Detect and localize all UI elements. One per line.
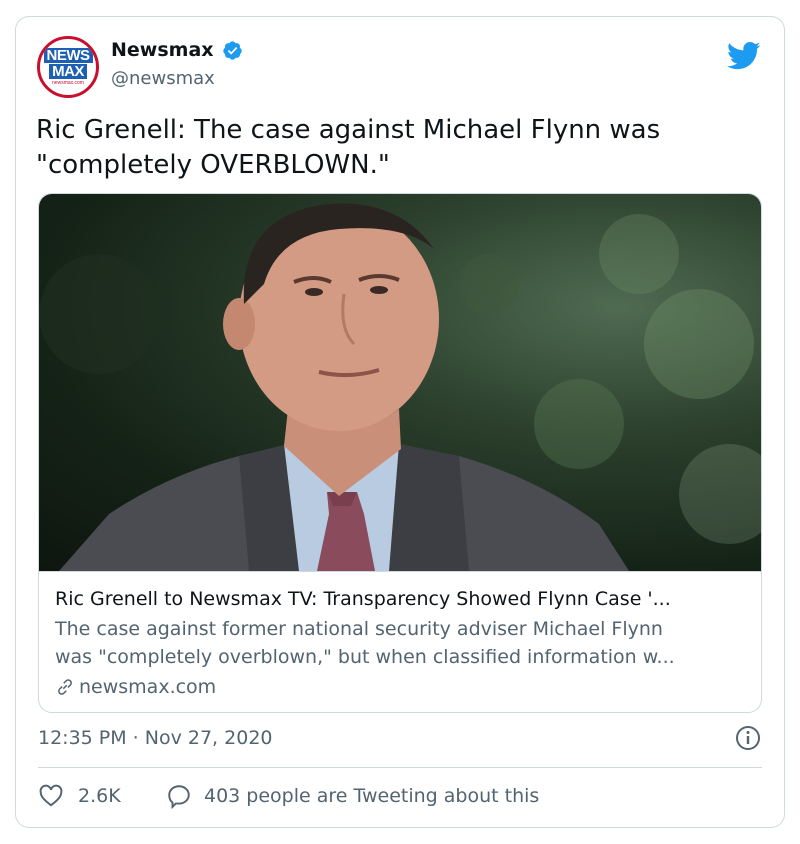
like-count: 2.6K [78,785,121,807]
tweet-timestamp[interactable]: 12:35 PM · Nov 27, 2020 [38,727,273,749]
like-button[interactable]: 2.6K [38,783,121,809]
link-description-line: The case against former national securit… [55,618,663,640]
info-icon[interactable] [735,725,761,751]
logo-text-news: NEWS [43,48,93,63]
link-icon [58,679,72,695]
link-preview-body[interactable]: Ric Grenell to Newsmax TV: Transparency … [39,571,761,712]
tweet-text: Ric Grenell: The case against Michael Fl… [36,113,756,183]
logo-text-max: MAX [49,64,87,79]
link-preview-image[interactable] [39,194,761,571]
link-description-line: was "completely overblown," but when cla… [55,646,675,668]
author-display-name[interactable]: Newsmax [111,39,214,61]
link-domain[interactable]: newsmax.com [79,673,216,701]
logo-url: newsmax.com [52,80,84,86]
heart-icon[interactable] [38,783,64,809]
link-preview-card[interactable]: Ric Grenell to Newsmax TV: Transparency … [38,193,762,713]
link-title[interactable]: Ric Grenell to Newsmax TV: Transparency … [55,586,747,612]
avatar[interactable]: NEWS MAX newsmax.com [37,36,99,98]
newsmax-logo: NEWS MAX newsmax.com [42,41,94,93]
twitter-bird-icon[interactable] [727,41,761,71]
divider [38,767,762,768]
conversation-button[interactable]: 403 people are Tweeting about this [166,783,539,809]
link-domain-row[interactable]: newsmax.com [55,673,747,701]
link-description: The case against former national securit… [55,615,747,671]
reply-bubble-icon[interactable] [166,783,192,809]
conversation-text[interactable]: 403 people are Tweeting about this [204,785,539,807]
tweet-text-line: Ric Grenell: The case against Michael Fl… [36,115,661,145]
author-handle[interactable]: @newsmax [111,68,215,89]
verified-badge-icon [223,41,242,60]
tweet-card[interactable]: NEWS MAX newsmax.com Newsmax @newsmax Ri… [15,16,785,828]
tweet-text-line: "completely OVERBLOWN." [36,150,390,180]
